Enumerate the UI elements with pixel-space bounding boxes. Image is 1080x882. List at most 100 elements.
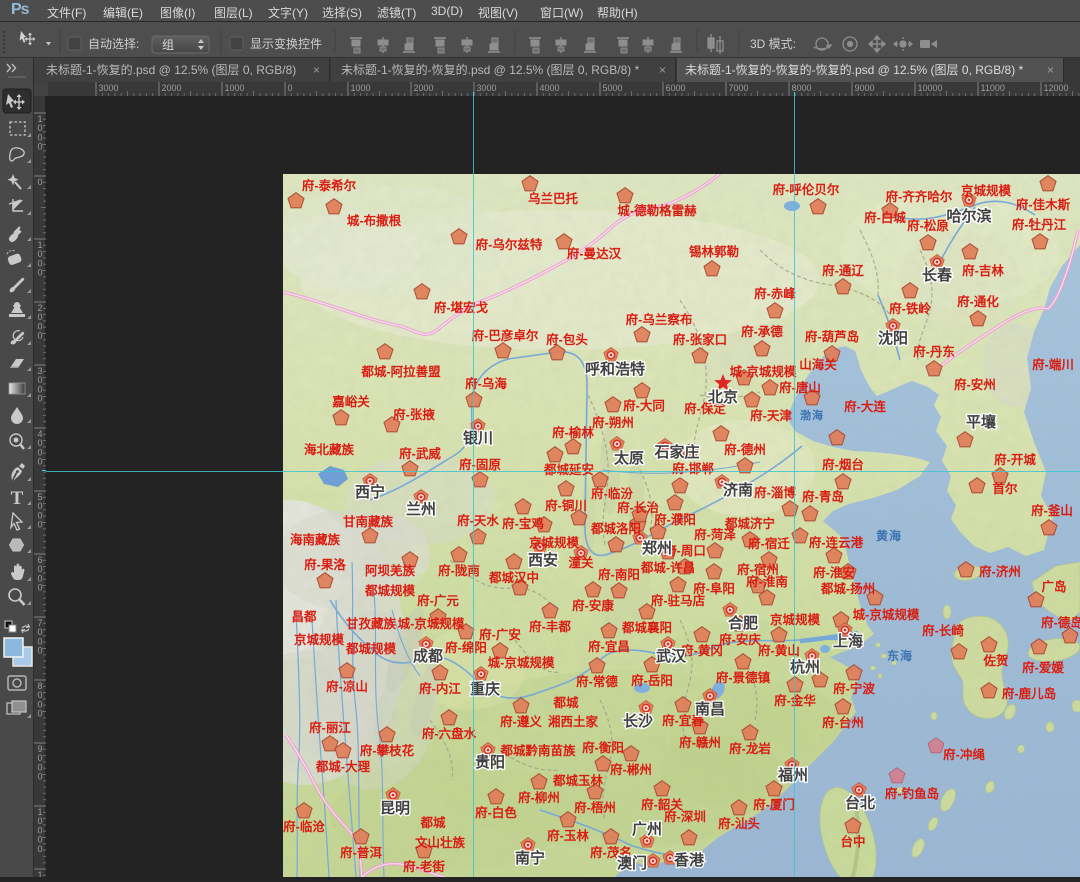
svg-text:府-包头: 府-包头 [546, 332, 588, 347]
svg-text:福州: 福州 [777, 766, 808, 784]
svg-text:0: 0 [288, 83, 293, 93]
svg-text:2000: 2000 [414, 83, 434, 93]
svg-text:昌都: 昌都 [291, 609, 317, 624]
svg-text:T: T [11, 488, 24, 509]
svg-text:0: 0 [37, 646, 42, 656]
svg-text:府-乌尔兹特: 府-乌尔兹特 [476, 237, 543, 252]
svg-text:府-金华: 府-金华 [774, 693, 816, 708]
svg-text:显示变换控件: 显示变换控件 [250, 36, 322, 51]
svg-text:合肥: 合肥 [727, 614, 758, 632]
svg-text:府-佳木斯: 府-佳木斯 [1016, 197, 1071, 212]
svg-text:府-松原: 府-松原 [907, 218, 949, 233]
svg-text:府-牡丹江: 府-牡丹江 [1012, 217, 1067, 232]
svg-text:府-白色: 府-白色 [475, 805, 517, 820]
svg-text:城-京城规模: 城-京城规模 [488, 655, 555, 670]
svg-text:府-宜昌: 府-宜昌 [588, 639, 630, 654]
svg-text:太原: 太原 [614, 449, 644, 467]
svg-text:府-六盘水: 府-六盘水 [422, 726, 477, 741]
svg-text:兰州: 兰州 [406, 500, 436, 518]
svg-text:西宁: 西宁 [355, 483, 385, 501]
svg-text:都城-许昌: 都城-许昌 [640, 560, 695, 575]
svg-text:黄海: 黄海 [876, 528, 902, 543]
svg-text:澳门: 澳门 [617, 854, 647, 872]
svg-text:郑州: 郑州 [642, 539, 672, 557]
svg-text:府-淄博: 府-淄博 [754, 485, 796, 500]
svg-text:府-内江: 府-内江 [419, 681, 461, 696]
svg-text:府-淮南: 府-淮南 [746, 574, 788, 589]
svg-text:城-布撒根: 城-布撒根 [347, 213, 402, 228]
svg-text:府-铜川: 府-铜川 [545, 498, 587, 513]
svg-text:府-朔州: 府-朔州 [592, 415, 634, 430]
svg-text:京城规模: 京城规模 [529, 535, 580, 550]
svg-text:都城延安: 都城延安 [543, 462, 594, 477]
svg-text:府-白城: 府-白城 [864, 210, 906, 225]
svg-text:府-泰希尔: 府-泰希尔 [302, 178, 357, 193]
svg-text:4000: 4000 [540, 83, 560, 93]
svg-text:府-天津: 府-天津 [750, 408, 792, 423]
svg-text:府-青岛: 府-青岛 [802, 489, 844, 504]
svg-text:0: 0 [37, 520, 42, 530]
svg-text:0: 0 [37, 709, 42, 719]
svg-text:广州: 广州 [632, 820, 662, 838]
svg-text:都城洛阳: 都城洛阳 [590, 521, 641, 536]
svg-text:府-驻马店: 府-驻马店 [651, 593, 706, 608]
svg-text:府-德州: 府-德州 [724, 442, 766, 457]
svg-text:呼和浩特: 呼和浩特 [585, 360, 645, 378]
svg-text:府-唐山: 府-唐山 [779, 380, 821, 395]
svg-text:台中: 台中 [840, 834, 865, 849]
svg-text:府-宝鸡: 府-宝鸡 [502, 516, 544, 531]
svg-text:府-汕头: 府-汕头 [718, 816, 760, 831]
svg-text:甘孜藏族: 甘孜藏族 [346, 616, 397, 631]
svg-text:石家庄: 石家庄 [653, 443, 699, 461]
svg-text:0: 0 [37, 331, 42, 341]
svg-text:济南: 济南 [723, 481, 753, 499]
svg-text:府-德岛: 府-德岛 [1041, 615, 1080, 630]
svg-text:1000: 1000 [225, 83, 245, 93]
svg-text:5000: 5000 [603, 83, 623, 93]
svg-text:府-张掖: 府-张掖 [393, 407, 435, 422]
svg-text:府-通辽: 府-通辽 [822, 263, 864, 278]
svg-text:府-连云港: 府-连云港 [809, 535, 864, 550]
svg-text:府-景德镇: 府-景德镇 [716, 670, 771, 685]
svg-text:府-长治: 府-长治 [617, 500, 659, 515]
svg-text:京城规模: 京城规模 [770, 612, 821, 627]
svg-text:都城黔南苗族: 都城黔南苗族 [499, 743, 576, 758]
svg-text:都城襄阳: 都城襄阳 [621, 620, 672, 635]
svg-text:府-丰都: 府-丰都 [529, 619, 571, 634]
svg-text:都城: 都城 [419, 815, 446, 830]
svg-text:6000: 6000 [666, 83, 686, 93]
svg-text:1: 1 [37, 870, 42, 877]
svg-text:渤海: 渤海 [800, 408, 824, 422]
svg-text:首尔: 首尔 [992, 481, 1018, 496]
svg-text:组: 组 [162, 38, 174, 52]
svg-text:府-台州: 府-台州 [822, 715, 864, 730]
svg-text:府-赣州: 府-赣州 [679, 735, 721, 750]
svg-text:香港: 香港 [674, 851, 705, 869]
svg-text:府-承德: 府-承德 [741, 324, 783, 339]
svg-text:府-通化: 府-通化 [957, 294, 999, 309]
svg-text:7000: 7000 [729, 83, 749, 93]
svg-text:广岛: 广岛 [1041, 579, 1066, 594]
svg-text:府-厦门: 府-厦门 [753, 797, 795, 812]
svg-text:府-临汾: 府-临汾 [591, 486, 633, 501]
svg-text:都城-阿拉善盟: 都城-阿拉善盟 [360, 364, 441, 379]
svg-text:西安: 西安 [528, 551, 558, 569]
svg-text:府-大连: 府-大连 [844, 399, 886, 414]
svg-text:府-安州: 府-安州 [954, 377, 996, 392]
svg-text:台北: 台北 [845, 794, 875, 812]
svg-text:湘西土家: 湘西土家 [548, 714, 599, 729]
svg-text:府-安康: 府-安康 [572, 598, 614, 613]
svg-text:府-凉山: 府-凉山 [326, 679, 368, 694]
svg-text:府-丽江: 府-丽江 [309, 720, 351, 735]
svg-text:城-京城规模: 城-京城规模 [730, 364, 797, 379]
svg-text:府-巴彦卓尔: 府-巴彦卓尔 [472, 328, 539, 343]
svg-text:府-榆林: 府-榆林 [552, 425, 594, 440]
svg-text:都城规模: 都城规模 [364, 583, 416, 598]
svg-text:昆明: 昆明 [380, 800, 410, 817]
svg-text:府-长崎: 府-长崎 [922, 623, 964, 638]
svg-text:0: 0 [37, 268, 42, 278]
svg-text:府-柳州: 府-柳州 [518, 790, 560, 805]
svg-text:潼关: 潼关 [568, 555, 594, 570]
svg-text:府-烟台: 府-烟台 [822, 457, 864, 472]
svg-text:府-冲绳: 府-冲绳 [943, 747, 985, 762]
